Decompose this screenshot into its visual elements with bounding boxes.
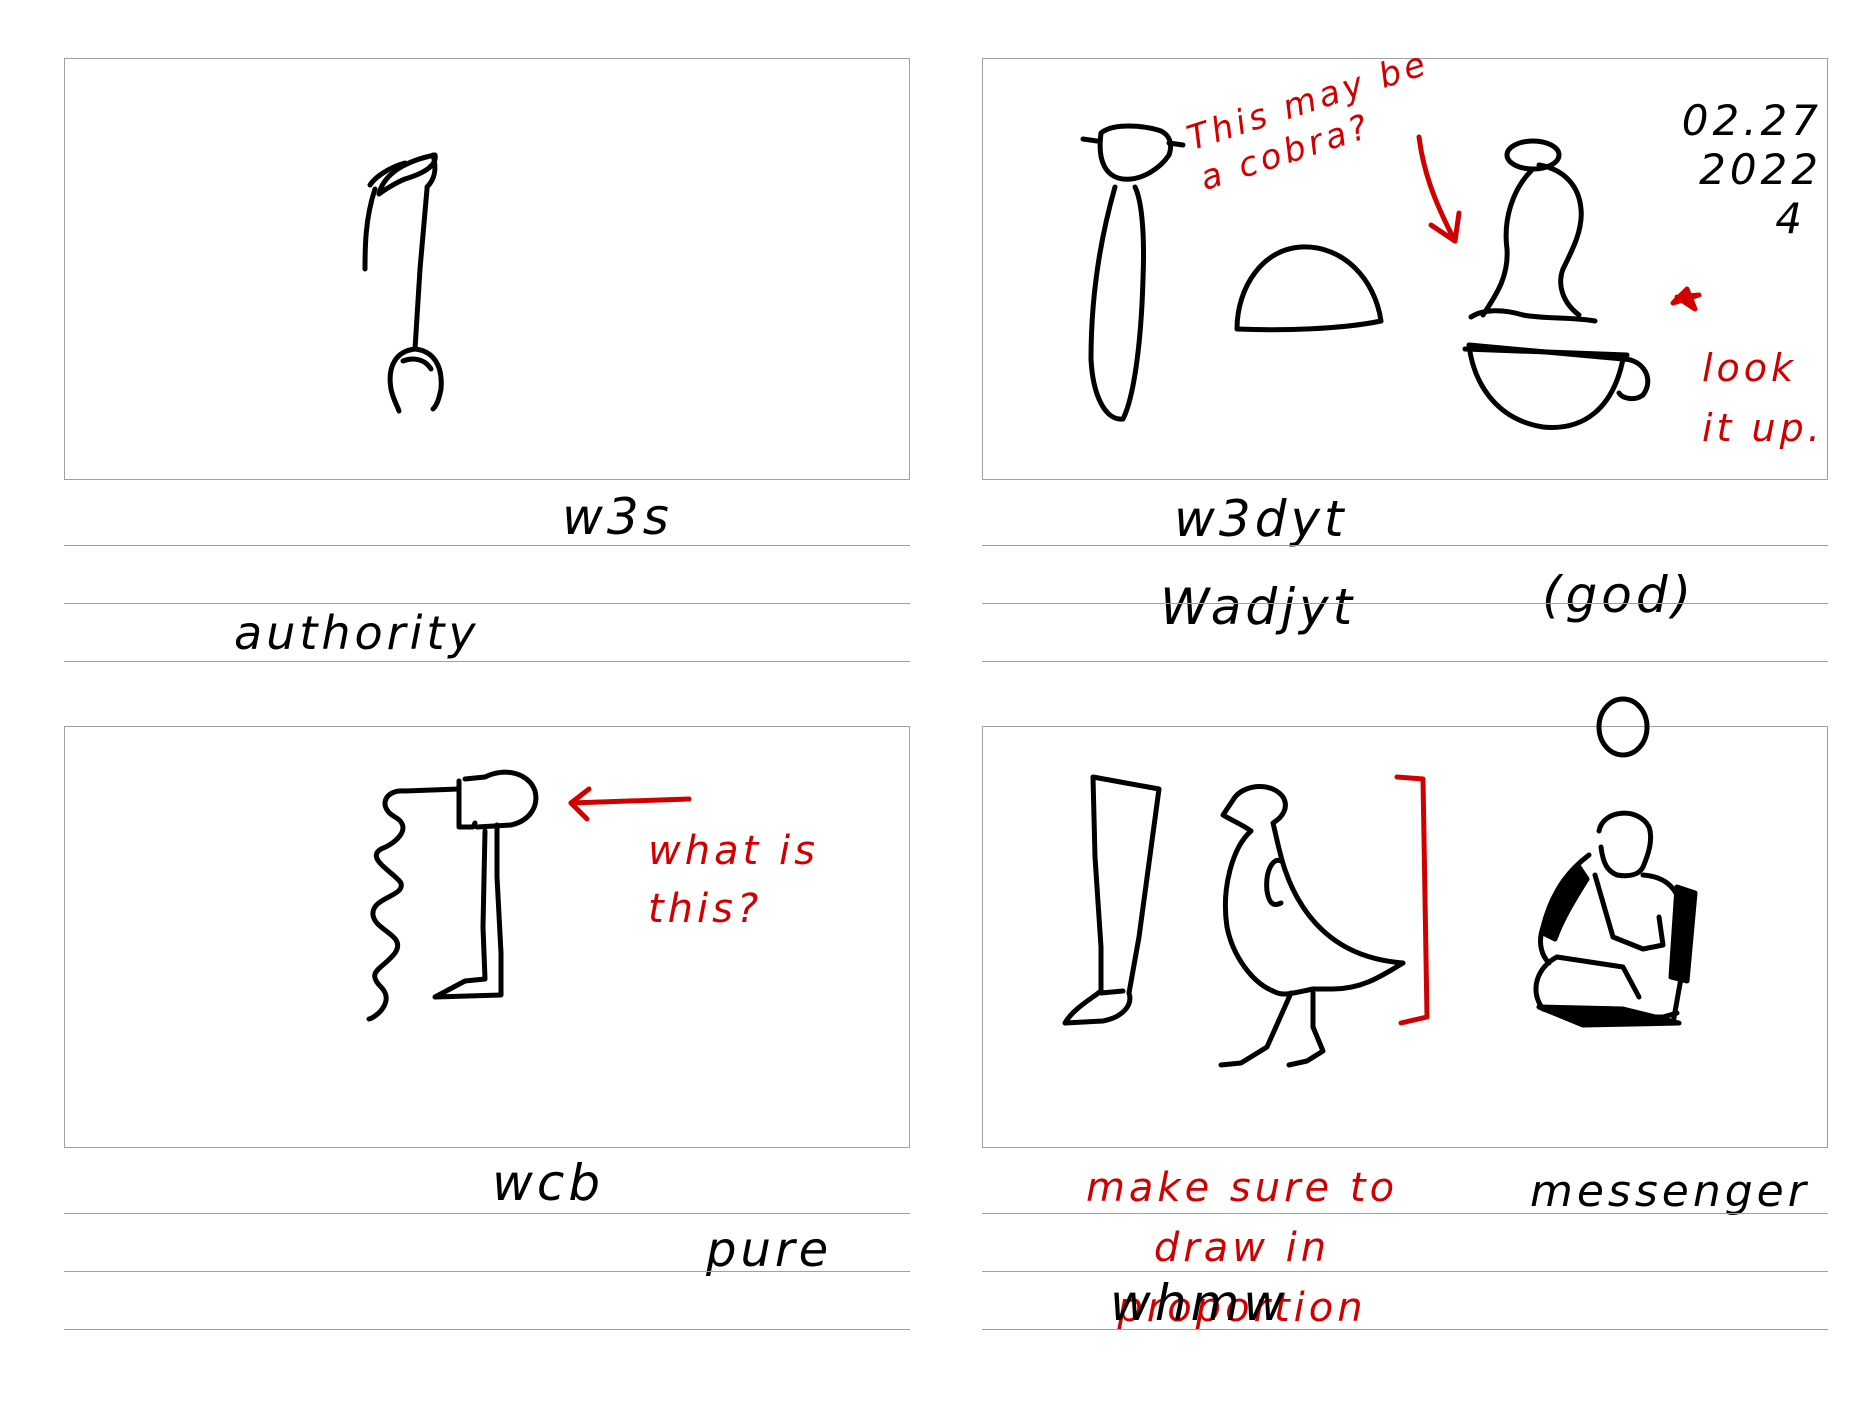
ruled-line <box>64 545 910 546</box>
annotation-note: what is this? <box>648 828 819 932</box>
ruled-line <box>982 661 1828 662</box>
water-jar-leg-icon <box>366 769 692 1022</box>
date-line: 2022 <box>1699 145 1822 194</box>
ruled-line <box>982 1329 1828 1330</box>
meaning-text: authority <box>234 606 480 660</box>
meaning-text: Wadjyt <box>1160 578 1357 636</box>
ruled-line <box>64 1329 910 1330</box>
ruled-line <box>64 1213 910 1214</box>
ruled-line <box>982 1271 1828 1272</box>
meaning-text: messenger <box>1530 1166 1810 1217</box>
ruled-line <box>64 661 910 662</box>
transliteration-text: w3s <box>562 488 673 546</box>
meaning-text: pure <box>706 1222 833 1278</box>
date-line: 02.27 <box>1681 96 1822 145</box>
was-scepter-icon <box>362 152 444 414</box>
date-note: 02.27 2022 4 <box>1622 96 1822 243</box>
transliteration-text: wcb <box>492 1154 605 1212</box>
transliteration-text: whmw <box>1110 1274 1289 1332</box>
ruled-line <box>64 1271 910 1272</box>
leg-quail-chick-seated-man-icon <box>1062 696 1698 1068</box>
glyph-box <box>982 696 1828 1148</box>
reminder-note: look it up. <box>1702 346 1824 450</box>
meaning-note: (god) <box>1542 566 1696 624</box>
glyph-box <box>64 58 910 480</box>
transliteration-text: w3dyt <box>1174 490 1348 548</box>
ruled-line <box>982 545 1828 546</box>
ruled-line <box>982 1213 1828 1214</box>
ruled-line <box>982 603 1828 604</box>
date-line: 4 <box>1775 194 1806 243</box>
ruled-line <box>64 603 910 604</box>
